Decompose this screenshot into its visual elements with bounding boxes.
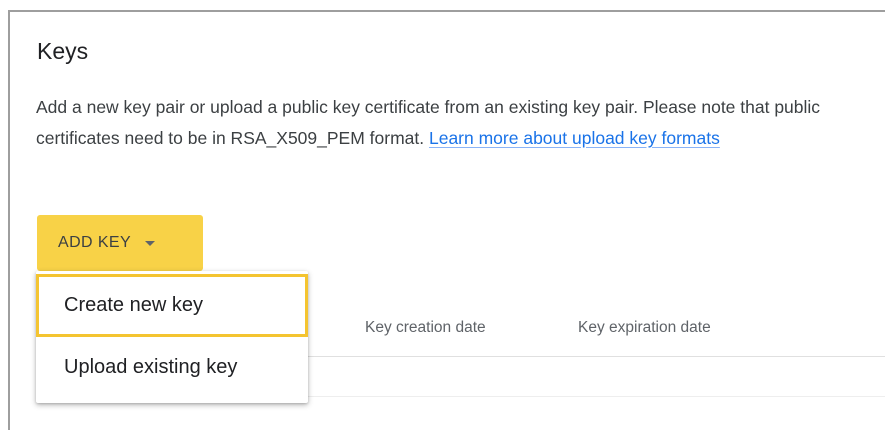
menu-item-upload-existing-key[interactable]: Upload existing key [36, 337, 308, 397]
table-row-divider [305, 396, 885, 397]
keys-table-header: Key creation date Key expiration date [305, 300, 885, 357]
page-title: Keys [37, 38, 89, 64]
column-header-key-creation-date[interactable]: Key creation date [365, 319, 486, 337]
menu-item-create-new-key[interactable]: Create new key [36, 274, 308, 337]
learn-more-link[interactable]: Learn more about upload key formats [429, 128, 720, 148]
add-key-dropdown-menu: Create new key Upload existing key [36, 271, 308, 403]
add-key-button[interactable]: ADD KEY [37, 215, 203, 271]
caret-down-icon [145, 241, 156, 246]
menu-item-label: Upload existing key [64, 355, 238, 378]
add-key-label: ADD KEY [58, 234, 132, 251]
column-header-key-expiration-date[interactable]: Key expiration date [578, 319, 711, 337]
menu-item-label: Create new key [64, 294, 203, 316]
keys-description: Add a new key pair or upload a public ke… [36, 92, 866, 154]
